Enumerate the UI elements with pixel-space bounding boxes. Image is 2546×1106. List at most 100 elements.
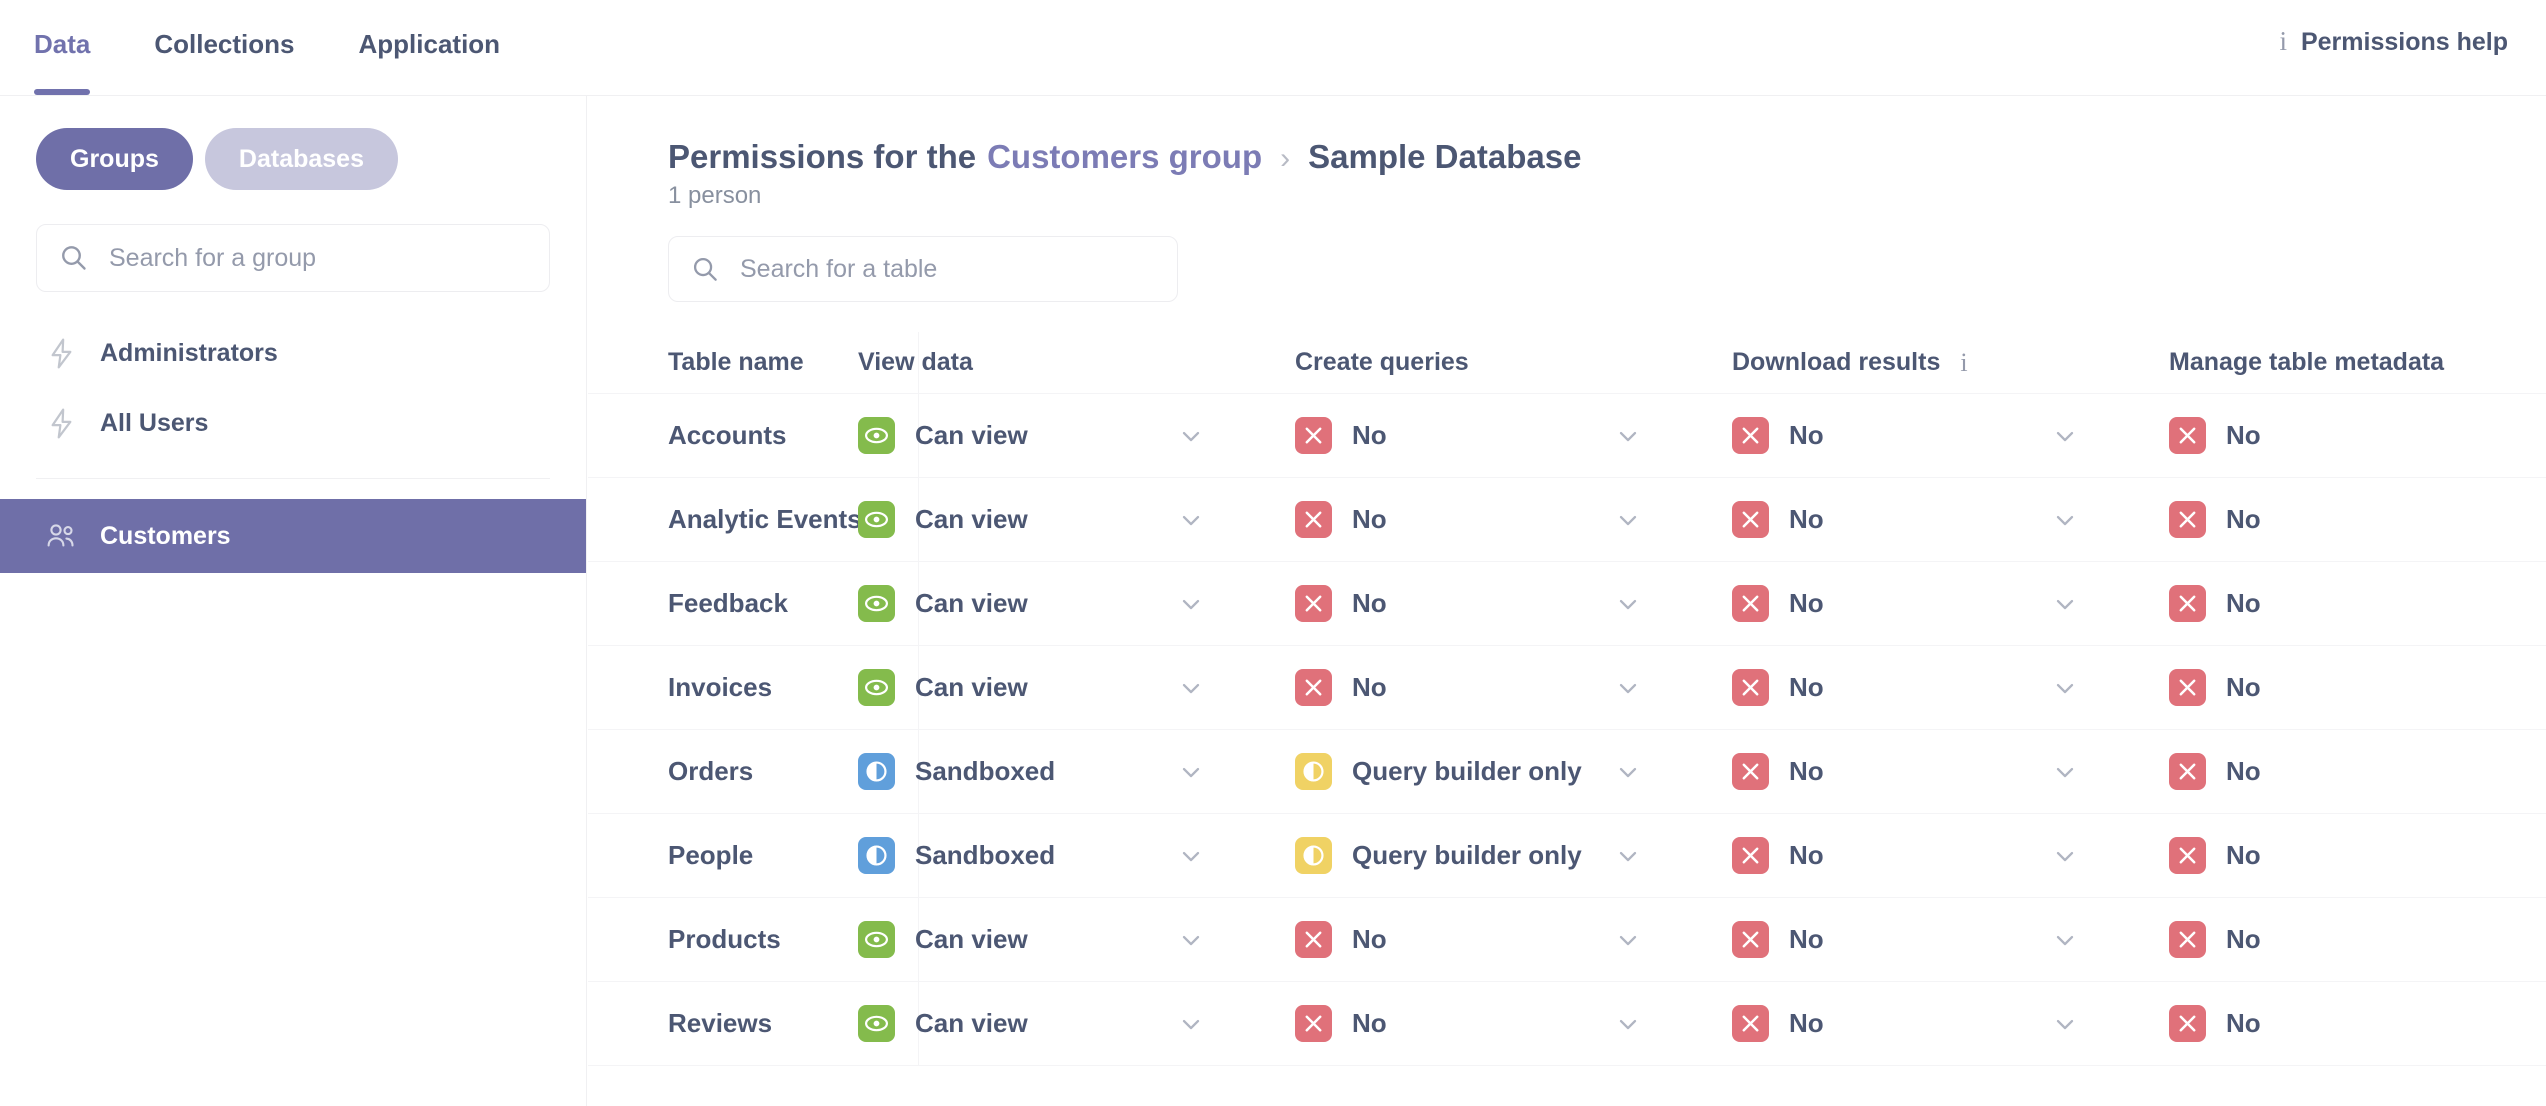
- create-queries-select[interactable]: No: [1295, 417, 1712, 454]
- chevron-down-icon[interactable]: [2051, 590, 2079, 618]
- cell-create-queries[interactable]: No: [1275, 898, 1712, 981]
- chevron-down-icon[interactable]: [1614, 506, 1642, 534]
- tab-collections[interactable]: Collections: [154, 0, 294, 95]
- cell-download-results[interactable]: No: [1712, 646, 2149, 729]
- cell-manage-metadata[interactable]: No: [2149, 394, 2546, 477]
- cell-view-data[interactable]: Can view: [838, 982, 1275, 1065]
- view-data-select[interactable]: Can view: [858, 585, 1275, 622]
- download-results-select[interactable]: No: [1732, 837, 2149, 874]
- chevron-down-icon[interactable]: [1177, 758, 1205, 786]
- chevron-down-icon[interactable]: [1614, 1010, 1642, 1038]
- permissions-help-link[interactable]: i Permissions help: [2279, 28, 2508, 57]
- chevron-down-icon[interactable]: [1177, 1010, 1205, 1038]
- chevron-down-icon[interactable]: [1614, 590, 1642, 618]
- cell-create-queries[interactable]: Query builder only: [1275, 730, 1712, 813]
- download-results-select[interactable]: No: [1732, 501, 2149, 538]
- cell-download-results[interactable]: No: [1712, 898, 2149, 981]
- download-results-select[interactable]: No: [1732, 585, 2149, 622]
- cell-manage-metadata[interactable]: No: [2149, 562, 2546, 645]
- cell-download-results[interactable]: No: [1712, 982, 2149, 1065]
- cell-view-data[interactable]: Sandboxed: [838, 730, 1275, 813]
- create-queries-select[interactable]: Query builder only: [1295, 753, 1712, 790]
- chevron-down-icon[interactable]: [2051, 842, 2079, 870]
- chevron-down-icon[interactable]: [1614, 758, 1642, 786]
- download-results-select[interactable]: No: [1732, 753, 2149, 790]
- cell-view-data[interactable]: Can view: [838, 562, 1275, 645]
- chevron-down-icon[interactable]: [2051, 506, 2079, 534]
- download-results-select[interactable]: No: [1732, 417, 2149, 454]
- sidebar-item-customers[interactable]: Customers: [0, 499, 586, 573]
- chevron-down-icon[interactable]: [1177, 842, 1205, 870]
- create-queries-select[interactable]: Query builder only: [1295, 837, 1712, 874]
- view-data-select[interactable]: Sandboxed: [858, 753, 1275, 790]
- table-search-input[interactable]: Search for a table: [668, 236, 1178, 302]
- view-data-select[interactable]: Can view: [858, 1005, 1275, 1042]
- create-queries-select[interactable]: No: [1295, 585, 1712, 622]
- tab-application[interactable]: Application: [359, 0, 501, 95]
- chevron-down-icon[interactable]: [1614, 422, 1642, 450]
- sidebar-item-all-users[interactable]: All Users: [0, 388, 586, 458]
- tab-data[interactable]: Data: [34, 0, 90, 95]
- cell-create-queries[interactable]: No: [1275, 646, 1712, 729]
- toggle-groups-button[interactable]: Groups: [36, 128, 193, 190]
- chevron-down-icon[interactable]: [1177, 506, 1205, 534]
- create-queries-select[interactable]: No: [1295, 501, 1712, 538]
- cell-download-results[interactable]: No: [1712, 730, 2149, 813]
- toggle-databases-button[interactable]: Databases: [205, 128, 398, 190]
- view-data-select[interactable]: Can view: [858, 417, 1275, 454]
- manage-metadata-select[interactable]: No: [2169, 1005, 2546, 1042]
- cell-download-results[interactable]: No: [1712, 814, 2149, 897]
- breadcrumb-group-link[interactable]: Customers group: [987, 138, 1262, 176]
- chevron-down-icon[interactable]: [1177, 422, 1205, 450]
- chevron-down-icon[interactable]: [2051, 1010, 2079, 1038]
- cell-create-queries[interactable]: No: [1275, 562, 1712, 645]
- create-queries-select[interactable]: No: [1295, 669, 1712, 706]
- download-results-select[interactable]: No: [1732, 669, 2149, 706]
- cell-manage-metadata[interactable]: No: [2149, 730, 2546, 813]
- create-queries-select[interactable]: No: [1295, 1005, 1712, 1042]
- cell-create-queries[interactable]: No: [1275, 394, 1712, 477]
- manage-metadata-select[interactable]: No: [2169, 501, 2546, 538]
- cell-manage-metadata[interactable]: No: [2149, 646, 2546, 729]
- view-data-select[interactable]: Can view: [858, 921, 1275, 958]
- group-search-input[interactable]: Search for a group: [36, 224, 550, 292]
- cell-view-data[interactable]: Sandboxed: [838, 814, 1275, 897]
- cell-view-data[interactable]: Can view: [838, 478, 1275, 561]
- cell-manage-metadata[interactable]: No: [2149, 982, 2546, 1065]
- cell-view-data[interactable]: Can view: [838, 394, 1275, 477]
- chevron-down-icon[interactable]: [1177, 590, 1205, 618]
- cell-download-results[interactable]: No: [1712, 562, 2149, 645]
- cell-manage-metadata[interactable]: No: [2149, 898, 2546, 981]
- sidebar-item-administrators[interactable]: Administrators: [0, 318, 586, 388]
- chevron-down-icon[interactable]: [1614, 674, 1642, 702]
- cell-download-results[interactable]: No: [1712, 394, 2149, 477]
- manage-metadata-select[interactable]: No: [2169, 921, 2546, 958]
- chevron-down-icon[interactable]: [2051, 758, 2079, 786]
- cell-download-results[interactable]: No: [1712, 478, 2149, 561]
- cell-view-data[interactable]: Can view: [838, 646, 1275, 729]
- cell-manage-metadata[interactable]: No: [2149, 814, 2546, 897]
- view-data-select[interactable]: Sandboxed: [858, 837, 1275, 874]
- cell-create-queries[interactable]: No: [1275, 478, 1712, 561]
- manage-metadata-select[interactable]: No: [2169, 753, 2546, 790]
- chevron-down-icon[interactable]: [1614, 842, 1642, 870]
- cell-create-queries[interactable]: No: [1275, 982, 1712, 1065]
- create-queries-select[interactable]: No: [1295, 921, 1712, 958]
- manage-metadata-select[interactable]: No: [2169, 417, 2546, 454]
- chevron-down-icon[interactable]: [1177, 926, 1205, 954]
- manage-metadata-select[interactable]: No: [2169, 837, 2546, 874]
- info-icon[interactable]: i: [1960, 350, 1967, 376]
- view-data-select[interactable]: Can view: [858, 501, 1275, 538]
- download-results-select[interactable]: No: [1732, 1005, 2149, 1042]
- cell-create-queries[interactable]: Query builder only: [1275, 814, 1712, 897]
- chevron-down-icon[interactable]: [1177, 674, 1205, 702]
- view-data-select[interactable]: Can view: [858, 669, 1275, 706]
- chevron-down-icon[interactable]: [2051, 422, 2079, 450]
- manage-metadata-select[interactable]: No: [2169, 669, 2546, 706]
- download-results-select[interactable]: No: [1732, 921, 2149, 958]
- chevron-down-icon[interactable]: [1614, 926, 1642, 954]
- chevron-down-icon[interactable]: [2051, 674, 2079, 702]
- manage-metadata-select[interactable]: No: [2169, 585, 2546, 622]
- chevron-down-icon[interactable]: [2051, 926, 2079, 954]
- cell-manage-metadata[interactable]: No: [2149, 478, 2546, 561]
